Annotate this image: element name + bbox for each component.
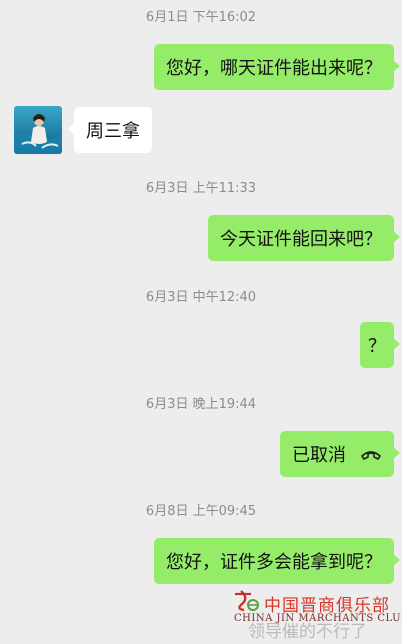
sent-message[interactable]: ？ (360, 322, 400, 368)
club-watermark: 中国晋商俱乐部 CHINA JIN MARCHANTS CLUB (232, 587, 402, 644)
sent-message[interactable]: 您好，证件多会能拿到呢？ (154, 538, 400, 584)
timestamp: 6月8日 上午09:45 (145, 504, 257, 519)
timestamp: 6月3日 中午12:40 (145, 290, 257, 305)
message-bubble: 您好，哪天证件能出来呢？ (154, 44, 400, 90)
watermark-english: CHINA JIN MARCHANTS CLUB (234, 613, 402, 624)
message-bubble: 您好，证件多会能拿到呢？ (154, 538, 400, 584)
message-bubble: 周三拿 (68, 107, 152, 153)
timestamp: 6月3日 上午11:33 (145, 181, 257, 196)
avatar[interactable] (14, 106, 62, 154)
avatar-photo-icon (14, 106, 62, 154)
timestamp: 6月1日 下午16:02 (145, 10, 257, 25)
sent-message[interactable]: 今天证件能回来吧？ (208, 215, 400, 261)
call-record[interactable]: 已取消 (280, 431, 400, 477)
message-bubble: 今天证件能回来吧？ (208, 215, 400, 261)
received-message[interactable]: 周三拿 (14, 106, 152, 154)
call-bubble: 已取消 (280, 431, 400, 477)
call-status: 已取消 (292, 445, 346, 466)
message-bubble: ？ (360, 322, 400, 368)
phone-hangup-icon (360, 447, 382, 461)
sent-message[interactable]: 您好，哪天证件能出来呢？ (154, 44, 400, 90)
timestamp: 6月3日 晚上19:44 (145, 397, 257, 412)
